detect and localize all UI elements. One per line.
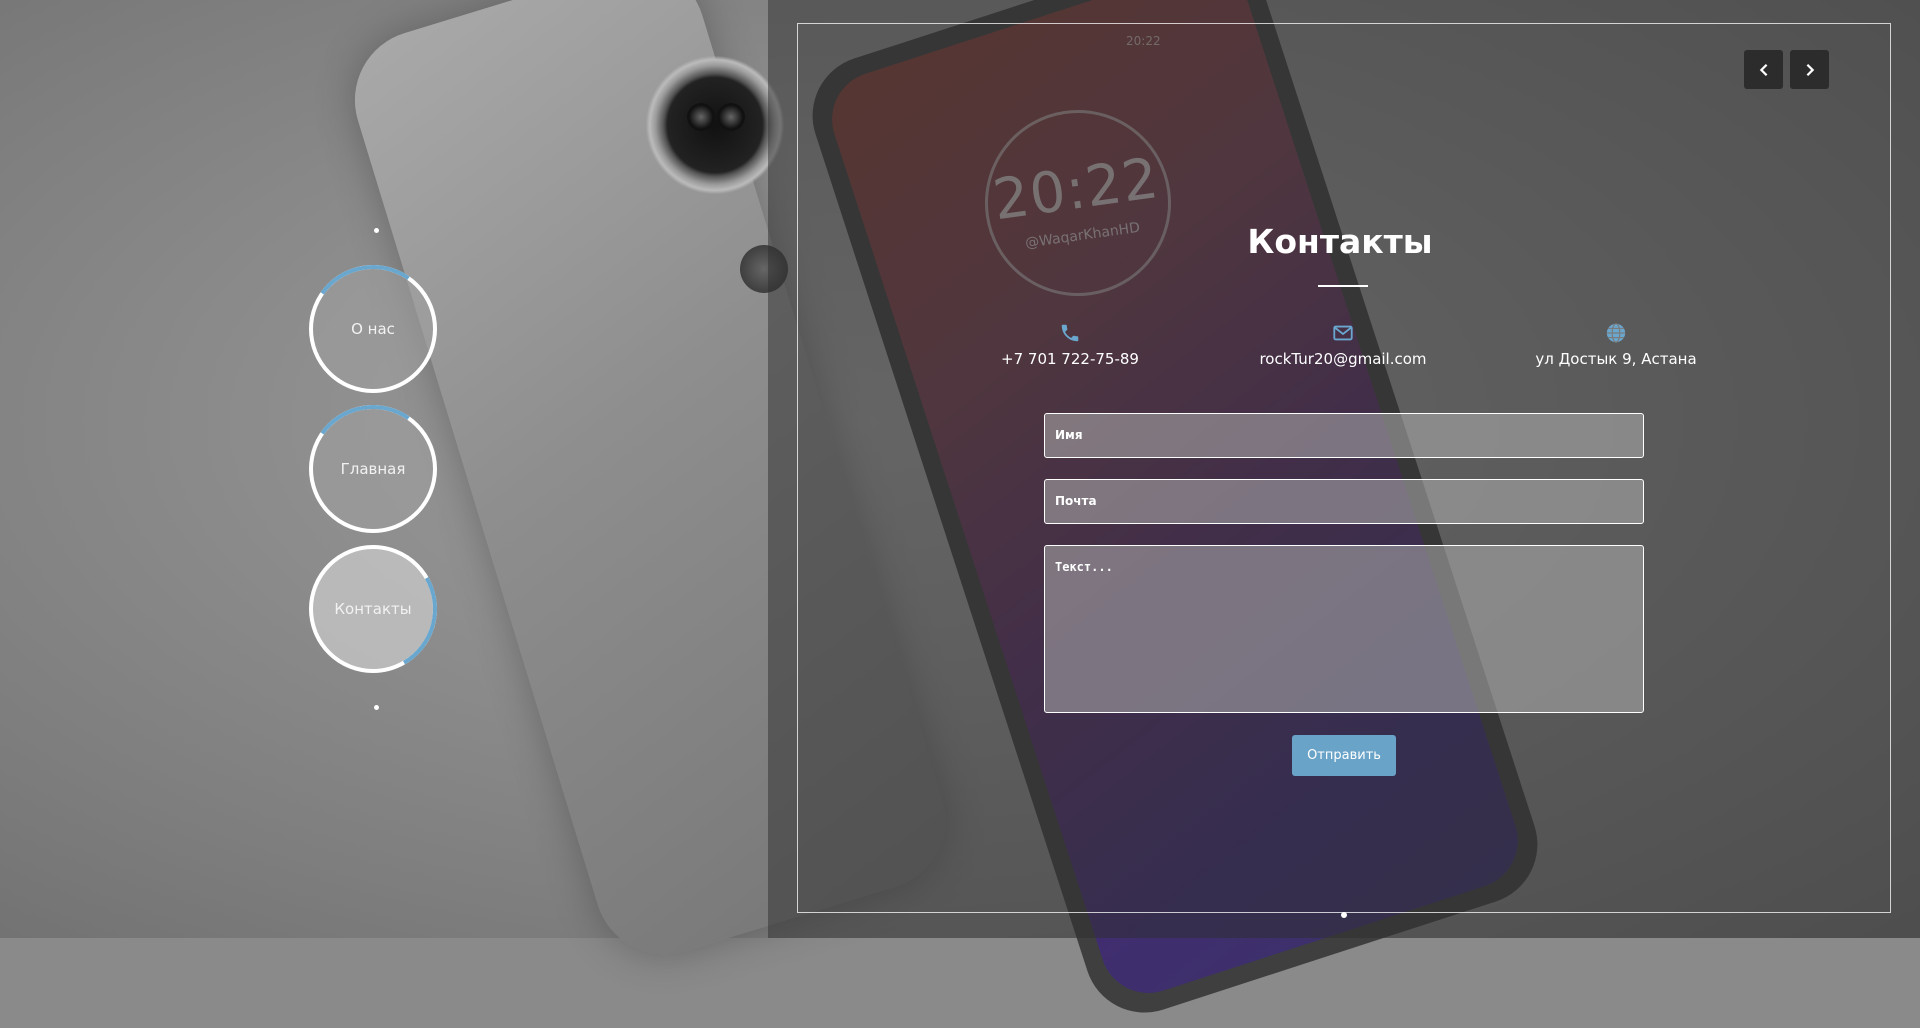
address-text: ул Достык 9, Астана	[1535, 350, 1697, 368]
prev-slide-button[interactable]	[1744, 50, 1783, 89]
contact-email: rockTur20@gmail.com	[1193, 322, 1493, 368]
email-placeholder: Почта	[1055, 494, 1097, 508]
chevron-right-icon	[1806, 63, 1814, 76]
next-slide-button[interactable]	[1790, 50, 1829, 89]
contact-address: ул Достык 9, Астана	[1466, 322, 1766, 368]
phone-icon	[1061, 324, 1079, 342]
submit-button[interactable]: Отправить	[1292, 735, 1396, 776]
name-input[interactable]: Имя	[1044, 413, 1644, 458]
contact-phone: +7 701 722-75-89	[920, 322, 1220, 368]
phone-text: +7 701 722-75-89	[1001, 350, 1139, 368]
message-textarea[interactable]: Текст...	[1044, 545, 1644, 713]
nav-top-dot	[374, 228, 379, 233]
email-input[interactable]: Почта	[1044, 479, 1644, 524]
globe-icon	[1606, 323, 1626, 343]
name-placeholder: Имя	[1055, 428, 1083, 442]
nav-item-about[interactable]: О нас	[298, 254, 448, 404]
slide-indicator-dot[interactable]	[1341, 912, 1347, 918]
camera-lens	[687, 103, 715, 131]
email-text: rockTur20@gmail.com	[1259, 350, 1427, 368]
nav-bottom-dot	[374, 705, 379, 710]
phone-camera-image	[645, 55, 785, 195]
page-title: Контакты	[1247, 222, 1433, 261]
chevron-left-icon	[1759, 63, 1767, 76]
envelope-icon	[1333, 325, 1353, 341]
message-placeholder: Текст...	[1055, 560, 1113, 574]
nav-item-contacts[interactable]: Контакты	[294, 530, 452, 688]
nav-item-home[interactable]: Главная	[298, 394, 448, 544]
camera-lens	[717, 103, 745, 131]
panel-frame	[797, 23, 1891, 913]
title-underline	[1318, 285, 1368, 287]
